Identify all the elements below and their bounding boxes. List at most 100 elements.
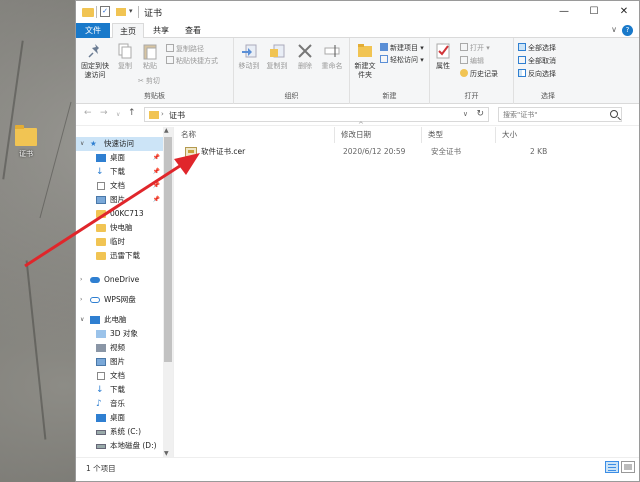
column-size[interactable]: 大小: [496, 127, 546, 143]
delete-button[interactable]: 删除: [294, 42, 316, 71]
up-button[interactable]: ↑: [128, 108, 136, 118]
customize-qat-icon[interactable]: ▾: [129, 7, 133, 19]
open-group: 属性 打开 ▾ 编辑 历史记录 打开: [430, 38, 514, 104]
scroll-down-icon[interactable]: ▼: [164, 450, 169, 457]
desktop-folder-icon[interactable]: 证书: [8, 125, 44, 159]
new-folder-button[interactable]: 新建文件夹: [352, 42, 378, 80]
properties-qat-icon[interactable]: ✓: [100, 6, 110, 17]
chevron-down-icon[interactable]: ∨: [80, 137, 84, 151]
nav-item-onedrive[interactable]: › OneDrive: [76, 273, 164, 287]
forward-button[interactable]: →: [100, 108, 108, 118]
column-type[interactable]: 类型: [422, 127, 496, 143]
minimize-button[interactable]: —: [549, 1, 579, 23]
divider: [96, 6, 97, 18]
chevron-right-icon: ›: [161, 110, 164, 118]
tab-file[interactable]: 文件: [76, 23, 110, 38]
copy-path-button[interactable]: 复制路径: [166, 44, 204, 54]
rename-button[interactable]: 重命名: [318, 42, 346, 71]
select-none-button[interactable]: 全部取消: [518, 56, 556, 66]
nav-item-wps[interactable]: › WPS网盘: [76, 293, 164, 307]
maximize-button[interactable]: ☐: [579, 1, 609, 23]
paste-button[interactable]: 粘贴: [138, 42, 162, 71]
folder-icon: [96, 238, 106, 246]
search-input[interactable]: 搜索"证书": [498, 107, 622, 122]
file-type: 安全证书: [431, 147, 461, 156]
desktop-icon: [96, 154, 106, 162]
document-icon: [97, 372, 105, 380]
address-input[interactable]: › 证书 ∨ ↻: [144, 107, 489, 122]
nav-label: 文档: [110, 371, 125, 380]
move-to-button[interactable]: 移动到: [236, 42, 262, 71]
recent-locations-button[interactable]: ∨: [116, 111, 120, 118]
details-view-button[interactable]: [605, 461, 619, 473]
star-icon: ★: [90, 139, 97, 148]
column-modified[interactable]: 修改日期: [335, 127, 422, 143]
chevron-down-icon[interactable]: ∨: [463, 110, 468, 118]
tab-share[interactable]: 共享: [146, 23, 176, 38]
chevron-down-icon[interactable]: ∨: [80, 313, 84, 327]
nav-item-music[interactable]: ♪ 音乐: [76, 397, 164, 411]
title-bar[interactable]: ✓ ▾ 证书 — ☐ ✕: [76, 1, 639, 23]
nav-item-folder[interactable]: 临时: [76, 235, 164, 249]
nav-label: 桌面: [110, 153, 125, 162]
select-all-button[interactable]: 全部选择: [518, 43, 556, 53]
nav-item-folder[interactable]: 迅雷下载: [76, 249, 164, 263]
pin-quick-access-button[interactable]: 固定到快速访问: [78, 42, 112, 80]
new-item-button[interactable]: 新建项目 ▾: [380, 43, 424, 53]
edit-button[interactable]: 编辑: [460, 56, 484, 66]
tab-home[interactable]: 主页: [112, 23, 144, 39]
pin-icon: 📌: [152, 168, 160, 175]
copy-to-button[interactable]: 复制到: [264, 42, 290, 71]
nav-label: 3D 对象: [110, 329, 138, 338]
select-none-label: 全部取消: [528, 57, 556, 65]
help-icon[interactable]: ?: [622, 25, 633, 36]
properties-button[interactable]: 属性: [432, 42, 454, 71]
scrollbar-thumb[interactable]: [164, 137, 172, 362]
nav-item-this-pc[interactable]: ∨ 此电脑: [76, 313, 164, 327]
nav-item-downloads[interactable]: ↓ 下载 📌: [76, 165, 164, 179]
tab-view[interactable]: 查看: [178, 23, 208, 38]
copy-button[interactable]: 复制: [114, 42, 136, 71]
back-button[interactable]: ←: [84, 108, 92, 118]
nav-scrollbar[interactable]: ▲ ▼: [163, 127, 173, 457]
nav-item-downloads[interactable]: ↓ 下载: [76, 383, 164, 397]
pin-icon: [86, 42, 104, 60]
properties-icon: [434, 42, 452, 60]
nav-label: 00KC713: [110, 209, 144, 218]
scroll-up-icon[interactable]: ▲: [164, 127, 169, 134]
invert-selection-button[interactable]: 反向选择: [518, 69, 556, 79]
large-icons-view-button[interactable]: [621, 461, 635, 473]
new-folder-qat-icon[interactable]: [116, 8, 126, 16]
nav-item-pictures[interactable]: 图片 📌: [76, 193, 164, 207]
column-name[interactable]: 名称: [175, 127, 335, 143]
nav-item-documents[interactable]: 文档 📌: [76, 179, 164, 193]
file-row[interactable]: 软件证书.cer 2020/6/12 20:59 安全证书 2 KB: [175, 145, 639, 159]
close-button[interactable]: ✕: [609, 1, 639, 23]
nav-item-drive-d[interactable]: 本地磁盘 (D:): [76, 439, 164, 453]
nav-item-drive-c[interactable]: 系统 (C:): [76, 425, 164, 439]
nav-item-folder[interactable]: 快电脑: [76, 221, 164, 235]
chevron-right-icon[interactable]: ›: [80, 293, 82, 307]
clipboard-group-label: 剪贴板: [144, 92, 165, 100]
paste-icon: [141, 42, 159, 60]
ribbon-expand-icon[interactable]: ∨: [611, 25, 617, 34]
nav-item-documents[interactable]: 文档: [76, 369, 164, 383]
nav-item-3d-objects[interactable]: 3D 对象: [76, 327, 164, 341]
nav-item-pictures[interactable]: 图片: [76, 355, 164, 369]
refresh-icon[interactable]: ↻: [476, 109, 484, 119]
cut-button[interactable]: ✂ 剪切: [138, 76, 160, 86]
chevron-right-icon[interactable]: ›: [80, 273, 82, 287]
nav-item-desktop[interactable]: 桌面: [76, 411, 164, 425]
nav-item-quick-access[interactable]: ∨ ★ 快速访问: [76, 137, 164, 151]
ribbon-tabs: 文件 主页 共享 查看 ∨ ?: [76, 23, 639, 39]
nav-item-folder[interactable]: 00KC713: [76, 207, 164, 221]
picture-icon: [96, 196, 106, 204]
nav-item-videos[interactable]: 视频: [76, 341, 164, 355]
easy-access-icon: [380, 55, 388, 63]
history-button[interactable]: 历史记录: [460, 69, 498, 79]
paste-shortcut-button[interactable]: 粘贴快捷方式: [166, 56, 218, 66]
nav-item-desktop[interactable]: 桌面 📌: [76, 151, 164, 165]
document-icon: [97, 182, 105, 190]
easy-access-button[interactable]: 轻松访问 ▾: [380, 55, 424, 65]
open-button[interactable]: 打开 ▾: [460, 43, 490, 53]
